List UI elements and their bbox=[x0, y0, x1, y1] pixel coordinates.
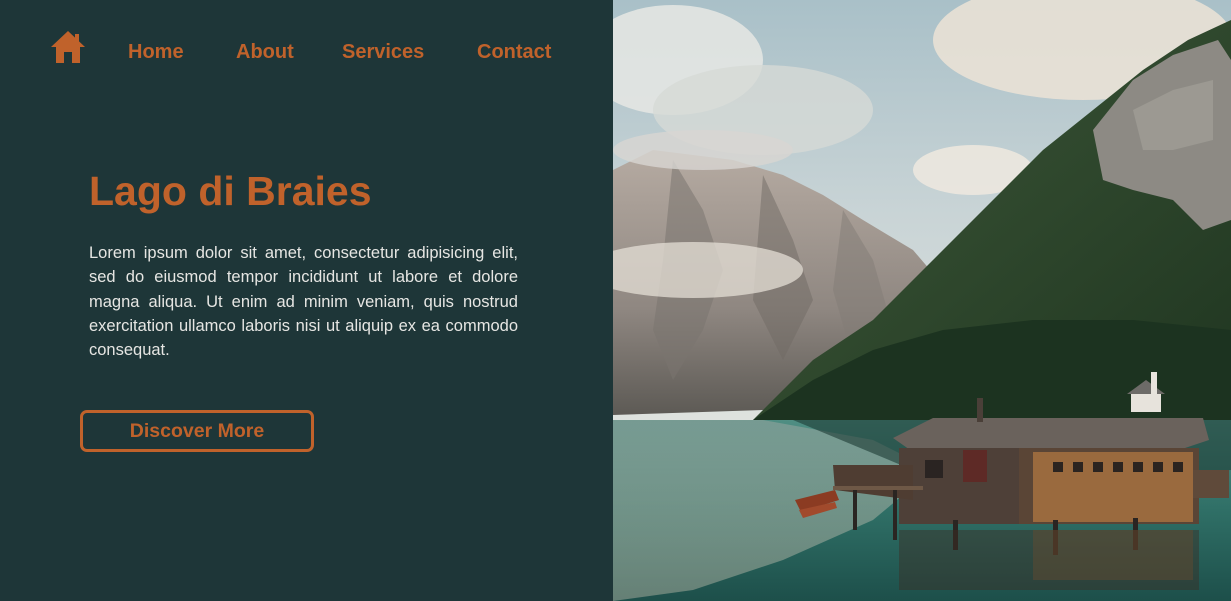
nav-link-services[interactable]: Services bbox=[342, 38, 424, 66]
discover-more-button[interactable]: Discover More bbox=[80, 410, 314, 452]
top-navigation: Home About Services Contact bbox=[0, 0, 613, 100]
nav-link-home[interactable]: Home bbox=[128, 38, 184, 66]
hero-panel: Home About Services Contact Lago di Brai… bbox=[0, 0, 613, 601]
home-icon[interactable] bbox=[50, 30, 86, 64]
nav-link-contact[interactable]: Contact bbox=[477, 38, 551, 66]
hero-description: Lorem ipsum dolor sit amet, consectetur … bbox=[89, 244, 518, 360]
nav-link-about[interactable]: About bbox=[236, 38, 294, 66]
hero-photo bbox=[613, 0, 1231, 601]
hero-title: Lago di Braies bbox=[89, 168, 372, 214]
